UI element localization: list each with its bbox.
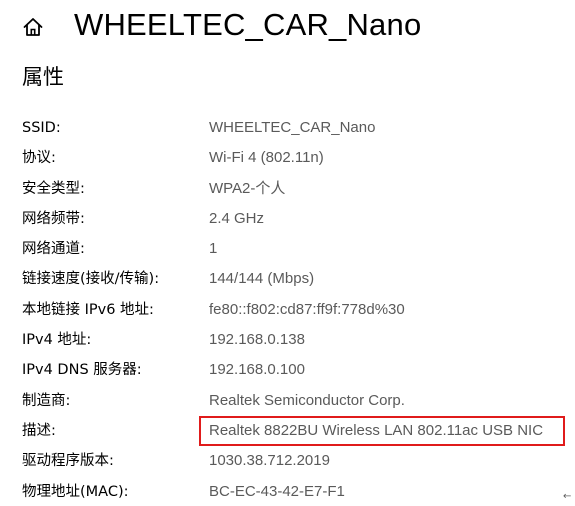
properties-list: SSID: WHEELTEC_CAR_Nano 协议: Wi-Fi 4 (802… [0, 112, 575, 506]
property-row-security-type: 安全类型: WPA2-个人 [0, 173, 575, 203]
property-label: 链接速度(接收/传输): [22, 271, 160, 288]
home-icon [23, 18, 43, 36]
section-title: 属性 [22, 65, 64, 89]
property-row-ssid: SSID: WHEELTEC_CAR_Nano [0, 112, 575, 142]
property-label: 网络频带: [22, 210, 85, 227]
property-value[interactable]: BC-EC-43-42-E7-F1 [209, 482, 345, 502]
property-value[interactable]: WHEELTEC_CAR_Nano [209, 118, 375, 138]
property-row-ipv4-dns: IPv4 DNS 服务器: 192.168.0.100 [0, 354, 575, 384]
property-label: SSID: [22, 120, 61, 136]
property-row-channel: 网络通道: 1 [0, 233, 575, 263]
home-button[interactable] [18, 12, 48, 42]
property-row-driver-version: 驱动程序版本: 1030.38.712.2019 [0, 445, 575, 475]
page-title: WHEELTEC_CAR_Nano [74, 7, 422, 42]
property-row-link-speed: 链接速度(接收/传输): 144/144 (Mbps) [0, 263, 575, 293]
property-value[interactable]: Realtek 8822BU Wireless LAN 802.11ac USB… [209, 421, 543, 441]
property-row-mac: 物理地址(MAC): BC-EC-43-42-E7-F1 [0, 476, 575, 506]
property-row-ipv6: 本地链接 IPv6 地址: fe80::f802:cd87:ff9f:778d%… [0, 294, 575, 324]
property-label: 安全类型: [22, 180, 85, 197]
property-label: 本地链接 IPv6 地址: [22, 301, 154, 318]
property-value[interactable]: 2.4 GHz [209, 209, 264, 229]
property-value[interactable]: 192.168.0.138 [209, 330, 305, 350]
property-label: 物理地址(MAC): [22, 483, 129, 500]
property-value[interactable]: WPA2-个人 [209, 179, 285, 199]
property-label: 描述: [22, 422, 56, 439]
property-row-description: 描述: Realtek 8822BU Wireless LAN 802.11ac… [0, 415, 575, 445]
property-value[interactable]: Realtek Semiconductor Corp. [209, 391, 405, 411]
property-value[interactable]: fe80::f802:cd87:ff9f:778d%30 [209, 300, 405, 320]
property-row-manufacturer: 制造商: Realtek Semiconductor Corp. [0, 385, 575, 415]
page-header: WHEELTEC_CAR_Nano [0, 0, 575, 52]
property-value[interactable]: 1 [209, 239, 217, 259]
property-row-band: 网络频带: 2.4 GHz [0, 203, 575, 233]
property-value[interactable]: 192.168.0.100 [209, 360, 305, 380]
scroll-arrow-icon: ← [563, 491, 572, 502]
property-row-protocol: 协议: Wi-Fi 4 (802.11n) [0, 142, 575, 172]
property-label: 网络通道: [22, 241, 85, 258]
property-value[interactable]: Wi-Fi 4 (802.11n) [209, 148, 324, 168]
property-label: 驱动程序版本: [22, 453, 114, 470]
property-label: IPv4 地址: [22, 332, 92, 349]
property-value[interactable]: 144/144 (Mbps) [209, 269, 314, 289]
property-label: 协议: [22, 150, 56, 167]
property-label: 制造商: [22, 392, 71, 409]
property-value[interactable]: 1030.38.712.2019 [209, 451, 330, 471]
property-label: IPv4 DNS 服务器: [22, 362, 142, 379]
property-row-ipv4: IPv4 地址: 192.168.0.138 [0, 324, 575, 354]
